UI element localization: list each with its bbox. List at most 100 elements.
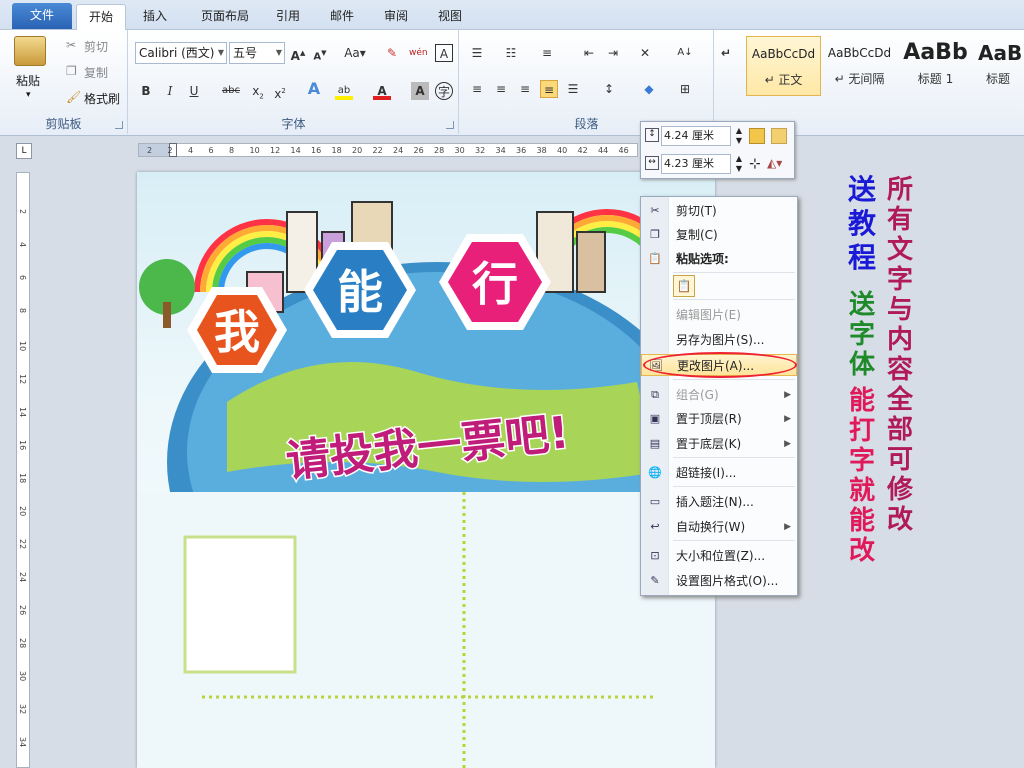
ruler-mark: 30	[18, 671, 27, 682]
format-painter-icon: 🖌	[66, 90, 82, 104]
tab-references[interactable]: 引用	[268, 4, 308, 30]
char-border-icon[interactable]: A	[435, 44, 453, 62]
height-spinner[interactable]: ▲ ▼	[733, 126, 745, 146]
ruler-mark: 34	[18, 737, 27, 748]
menu-copy[interactable]: ❐ 复制(C)	[641, 224, 797, 246]
enclose-char-icon[interactable]: 字	[435, 82, 453, 100]
highlight-icon[interactable]: ab	[335, 82, 353, 100]
menu-separator	[673, 540, 795, 541]
clear-format-icon[interactable]: ✎	[383, 44, 401, 62]
menu-bring-to-front[interactable]: ▣ 置于顶层(R) ▶	[641, 408, 797, 430]
ruler-mark: 28	[434, 146, 445, 155]
send-backward-icon[interactable]	[771, 128, 787, 144]
underline-icon[interactable]: U	[185, 82, 203, 100]
style-title[interactable]: AaB 标题	[974, 36, 1024, 96]
italic-icon[interactable]: I	[161, 82, 179, 100]
crop-icon[interactable]: ⊹	[749, 156, 761, 172]
menu-separator	[673, 486, 795, 487]
font-size-combo[interactable]: 五号 ▼	[229, 42, 285, 64]
menu-send-to-back[interactable]: ▤ 置于底层(K) ▶	[641, 433, 797, 455]
width-icon: ↔	[645, 156, 659, 170]
promo-char: 就	[848, 476, 875, 506]
numbering-icon[interactable]: ☷	[502, 44, 520, 62]
promo-char: 改	[848, 536, 875, 566]
tab-view[interactable]: 视图	[430, 4, 470, 30]
line-spacing-icon[interactable]: ↕	[600, 80, 618, 98]
copy-icon: ❐	[650, 228, 660, 241]
hex-char-3: 行	[472, 257, 518, 311]
char-shading-icon[interactable]: A	[411, 82, 429, 100]
tab-insert[interactable]: 插入	[132, 4, 178, 30]
style-no-spacing[interactable]: AaBbCcDd ↵ 无间隔	[822, 36, 897, 96]
font-dialog-launcher[interactable]	[446, 121, 454, 129]
ruler-mark: 16	[18, 440, 27, 451]
menu-cut[interactable]: ✂ 剪切(T)	[641, 200, 797, 222]
subscript-icon[interactable]: x2	[249, 82, 267, 100]
width-input[interactable]: 4.23 厘米	[661, 154, 731, 174]
distributed-icon[interactable]: ☰	[564, 80, 582, 98]
grow-font-icon[interactable]: A▲	[289, 44, 307, 63]
promo-char: 送	[847, 173, 876, 206]
vertical-ruler[interactable]: 24681012141618202224262830323436	[16, 172, 30, 768]
align-left-icon[interactable]: ≡	[468, 80, 486, 98]
sort-icon[interactable]: A↓	[676, 44, 694, 62]
tab-page-layout[interactable]: 页面布局	[190, 4, 260, 30]
font-name-combo[interactable]: Calibri (西文) ▼	[135, 42, 227, 64]
ruler-mark: 10	[249, 146, 260, 155]
height-input[interactable]: 4.24 厘米	[661, 126, 731, 146]
menu-hyperlink[interactable]: 🌐 超链接(I)...	[641, 462, 797, 484]
style-heading-1[interactable]: AaBb 标题 1	[898, 36, 973, 96]
tab-selector-icon[interactable]: L	[16, 143, 32, 159]
multilevel-list-icon[interactable]: ≡	[538, 44, 556, 62]
align-center-icon[interactable]: ≡	[492, 80, 510, 98]
superscript-icon[interactable]: x2	[271, 82, 289, 101]
bold-icon[interactable]: B	[137, 82, 155, 100]
align-right-icon[interactable]: ≡	[516, 80, 534, 98]
promo-char: 全	[886, 385, 913, 415]
text-effects-icon[interactable]: A	[305, 80, 323, 98]
ribbon-tab-bar: 文件 开始 插入 页面布局 引用 邮件 审阅 视图	[0, 0, 1024, 31]
strikethrough-icon[interactable]: abc	[219, 82, 243, 100]
shading-icon[interactable]: ◆	[640, 80, 658, 98]
paste-button[interactable]: 粘贴	[16, 72, 40, 89]
style-heading-1-preview: AaBb	[903, 40, 968, 65]
clipboard-dialog-launcher[interactable]	[115, 121, 123, 129]
ruler-mark: 38	[536, 146, 547, 155]
phonetic-guide-icon[interactable]: wén	[409, 44, 428, 62]
width-spinner[interactable]: ▲ ▼	[733, 154, 745, 174]
style-no-spacing-name: ↵ 无间隔	[834, 72, 885, 86]
borders-icon[interactable]: ⊞	[676, 80, 694, 98]
tab-review[interactable]: 审阅	[376, 4, 416, 30]
font-color-icon[interactable]: A	[373, 82, 391, 100]
ruler-mark: 24	[18, 572, 27, 583]
horizontal-ruler[interactable]: 2 2 4 6 8 10 12 14 16 18 20 22 24 26 28 30 32 34 36 38 40 42 4…	[138, 143, 638, 157]
rotate-icon[interactable]: ◭▾	[767, 156, 782, 170]
paste-keep-format-icon[interactable]: 📋	[673, 275, 695, 297]
change-case-icon[interactable]: Aa▾	[341, 44, 369, 62]
bring-forward-icon[interactable]	[749, 128, 765, 144]
show-marks-icon[interactable]: ↵	[717, 44, 735, 62]
format-painter-button[interactable]: 格式刷	[84, 90, 120, 107]
chinese-layout-icon[interactable]: ✕	[636, 44, 654, 62]
menu-text-wrapping[interactable]: ↩ 自动换行(W) ▶	[641, 516, 797, 538]
increase-indent-icon[interactable]: ⇥	[604, 44, 622, 62]
paste-icon[interactable]	[14, 36, 46, 66]
style-normal[interactable]: AaBbCcDd ↵ 正文	[746, 36, 821, 96]
decrease-indent-icon[interactable]: ⇤	[580, 44, 598, 62]
menu-insert-caption[interactable]: ▭ 插入题注(N)...	[641, 491, 797, 513]
justify-icon[interactable]: ≡	[540, 80, 558, 98]
copy-button[interactable]: 复制	[84, 64, 108, 81]
cut-button[interactable]: 剪切	[84, 38, 108, 55]
promo-char: 修	[886, 475, 913, 505]
tab-file[interactable]: 文件	[12, 3, 72, 29]
ruler-mark: 4	[188, 146, 194, 155]
menu-size-position[interactable]: ⊡ 大小和位置(Z)...	[641, 545, 797, 567]
bullets-icon[interactable]: ☰	[468, 44, 486, 62]
menu-save-as-picture[interactable]: 另存为图片(S)...	[641, 329, 797, 351]
tab-mailings[interactable]: 邮件	[322, 4, 362, 30]
shrink-font-icon[interactable]: A▼	[311, 44, 329, 62]
menu-format-picture[interactable]: ✎ 设置图片格式(O)...	[641, 570, 797, 592]
menu-paste-options[interactable]: 📋 粘贴选项:	[641, 248, 797, 270]
tab-home[interactable]: 开始	[76, 4, 126, 31]
document-page[interactable]: 我 能 行 请投我一票吧!	[137, 172, 715, 768]
